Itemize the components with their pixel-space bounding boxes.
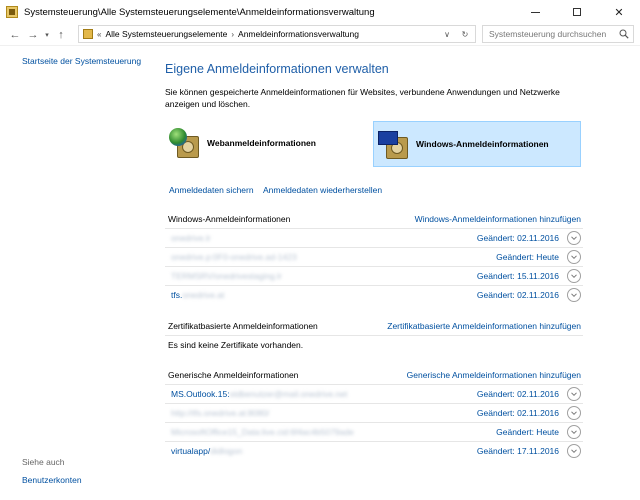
credential-modified: Geändert: 02.11.2016	[476, 233, 559, 243]
generic-credentials-section: Generische Anmeldeinformationen Generisc…	[165, 368, 583, 460]
address-overflow[interactable]: «	[97, 30, 101, 39]
page-description: Sie können gespeicherte Anmeldeinformati…	[165, 87, 560, 109]
windows-credentials-icon	[378, 129, 412, 159]
section-header: Zertifikatbasierte Anmeldeinformationen …	[165, 319, 583, 335]
credential-modified: Geändert: 15.11.2016	[476, 271, 559, 281]
forward-button[interactable]: →	[24, 26, 42, 44]
section-header: Generische Anmeldeinformationen Generisc…	[165, 368, 583, 384]
credential-name: tfs.onedrive.at	[171, 290, 225, 300]
credential-name: http://tfs.onedrive.at:8080/	[171, 408, 270, 418]
expand-chevron-icon[interactable]	[567, 406, 581, 420]
credential-row[interactable]: onedrive.lr Geändert: 02.11.2016	[165, 228, 583, 247]
credential-row[interactable]: virtualapp/didlogon Geändert: 17.11.2016	[165, 441, 583, 460]
credential-name: MS.Outlook.15:stdbenutzer@mail.onedrive.…	[171, 389, 348, 399]
chevron-down-icon: ▾	[45, 31, 49, 39]
web-credentials-icon	[169, 128, 203, 158]
credential-row[interactable]: TERMSRV/onedrivestaging.lr Geändert: 15.…	[165, 266, 583, 285]
credential-name: onedrive.p:0F0-onedrive.ad-1423	[171, 252, 297, 262]
web-credentials-button[interactable]: Webanmeldeinformationen	[169, 120, 359, 166]
sidebar: Startseite der Systemsteuerung	[22, 56, 152, 66]
control-panel-icon	[6, 6, 18, 18]
maximize-button[interactable]	[556, 0, 598, 24]
close-icon: ✕	[614, 6, 624, 19]
breadcrumb-all-items[interactable]: Alle Systemsteuerungselemente	[105, 29, 227, 39]
no-certificates-message: Es sind keine Zertifikate vorhanden.	[165, 335, 583, 354]
credential-name: onedrive.lr	[171, 233, 211, 243]
credential-name: TERMSRV/onedrivestaging.lr	[171, 271, 282, 281]
minimize-button[interactable]	[514, 0, 556, 24]
web-credentials-label: Webanmeldeinformationen	[207, 138, 316, 148]
section-header: Windows-Anmeldeinformationen Windows-Anm…	[165, 212, 583, 228]
see-also-label: Siehe auch	[22, 457, 65, 467]
credential-modified: Geändert: Heute	[496, 252, 559, 262]
window-title: Systemsteuerung\Alle Systemsteuerungsele…	[24, 6, 375, 18]
up-button[interactable]: ↑	[52, 26, 70, 44]
close-button[interactable]: ✕	[598, 0, 640, 24]
windows-credentials-label: Windows-Anmeldeinformationen	[416, 139, 549, 149]
section-title: Generische Anmeldeinformationen	[168, 370, 299, 380]
address-dropdown-button[interactable]: ∨	[439, 26, 455, 42]
add-generic-credential-link[interactable]: Generische Anmeldeinformationen hinzufüg…	[407, 370, 581, 380]
main-content: Eigene Anmeldeinformationen verwalten Si…	[165, 62, 585, 458]
section-title: Windows-Anmeldeinformationen	[168, 214, 291, 224]
title-bar: Systemsteuerung\Alle Systemsteuerungsele…	[0, 0, 640, 24]
search-placeholder: Systemsteuerung durchsuchen	[489, 29, 607, 39]
address-bar-row: ← → ▾ ↑ « Alle Systemsteuerungselemente …	[0, 24, 640, 46]
add-certificate-credential-link[interactable]: Zertifikatbasierte Anmeldeinformationen …	[387, 321, 581, 331]
credential-row[interactable]: MS.Outlook.15:stdbenutzer@mail.onedrive.…	[165, 384, 583, 403]
add-windows-credential-link[interactable]: Windows-Anmeldeinformationen hinzufügen	[415, 214, 581, 224]
search-input[interactable]: Systemsteuerung durchsuchen	[482, 25, 634, 43]
breadcrumb-separator-icon[interactable]: ›	[231, 30, 234, 39]
credential-modified: Geändert: 02.11.2016	[476, 389, 559, 399]
certificate-credentials-section: Zertifikatbasierte Anmeldeinformationen …	[165, 319, 583, 354]
credential-name: MicrosoftOffice15_Data:live.cid:6f4ac4b5…	[171, 427, 354, 437]
forward-arrow-icon: →	[27, 28, 39, 41]
user-accounts-link[interactable]: Benutzerkonten	[22, 475, 82, 485]
address-field[interactable]: « Alle Systemsteuerungselemente › Anmeld…	[78, 25, 476, 43]
expand-chevron-icon[interactable]	[567, 425, 581, 439]
credential-name: virtualapp/didlogon	[171, 446, 243, 456]
refresh-icon: ↻	[461, 29, 469, 39]
section-title: Zertifikatbasierte Anmeldeinformationen	[168, 321, 318, 331]
credential-row[interactable]: tfs.onedrive.at Geändert: 02.11.2016	[165, 285, 583, 304]
restore-credentials-link[interactable]: Anmeldedaten wiederherstellen	[263, 185, 382, 195]
maximize-icon	[573, 8, 581, 16]
expand-chevron-icon[interactable]	[567, 250, 581, 264]
credential-row[interactable]: MicrosoftOffice15_Data:live.cid:6f4ac4b5…	[165, 422, 583, 441]
credential-modified: Geändert: 02.11.2016	[476, 408, 559, 418]
credential-modified: Geändert: 17.11.2016	[476, 446, 559, 456]
windows-credentials-button[interactable]: Windows-Anmeldeinformationen	[373, 121, 581, 167]
up-arrow-icon: ↑	[58, 28, 64, 41]
minimize-icon	[530, 11, 540, 13]
page-title: Eigene Anmeldeinformationen verwalten	[165, 62, 389, 76]
expand-chevron-icon[interactable]	[567, 444, 581, 458]
expand-chevron-icon[interactable]	[567, 231, 581, 245]
back-arrow-icon: ←	[9, 28, 21, 41]
credential-modified: Geändert: 02.11.2016	[476, 290, 559, 300]
control-panel-home-link[interactable]: Startseite der Systemsteuerung	[22, 56, 152, 66]
search-icon[interactable]	[619, 29, 629, 39]
chevron-down-icon: ∨	[444, 29, 450, 39]
expand-chevron-icon[interactable]	[567, 288, 581, 302]
refresh-button[interactable]: ↻	[457, 26, 473, 42]
expand-chevron-icon[interactable]	[567, 269, 581, 283]
back-button[interactable]: ←	[6, 26, 24, 44]
windows-credentials-section: Windows-Anmeldeinformationen Windows-Anm…	[165, 212, 583, 304]
expand-chevron-icon[interactable]	[567, 387, 581, 401]
credential-row[interactable]: http://tfs.onedrive.at:8080/ Geändert: 0…	[165, 403, 583, 422]
credential-modified: Geändert: Heute	[496, 427, 559, 437]
recent-locations-button[interactable]: ▾	[42, 26, 52, 44]
control-panel-icon	[83, 29, 93, 39]
credential-row[interactable]: onedrive.p:0F0-onedrive.ad-1423 Geändert…	[165, 247, 583, 266]
backup-credentials-link[interactable]: Anmeldedaten sichern	[169, 185, 254, 195]
breadcrumb-credential-manager[interactable]: Anmeldeinformationsverwaltung	[238, 29, 359, 39]
